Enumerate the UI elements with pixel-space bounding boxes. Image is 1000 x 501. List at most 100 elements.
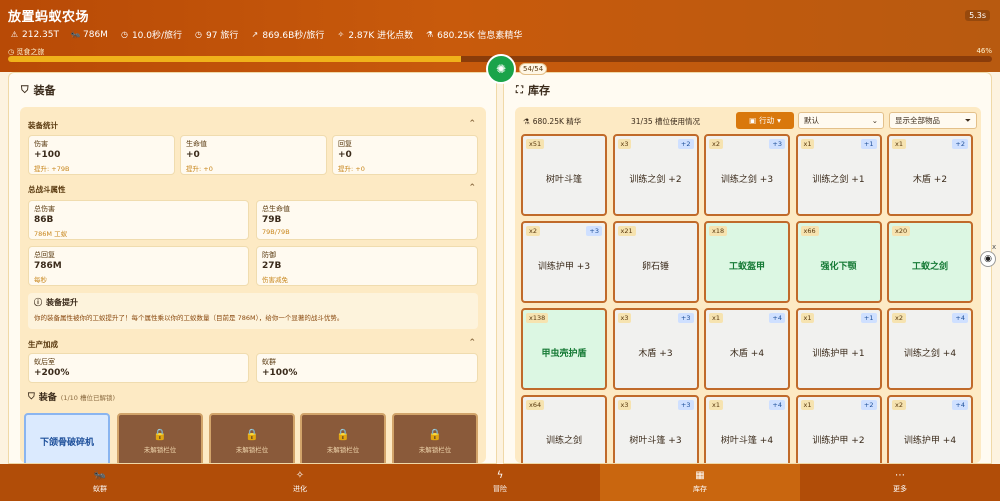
equipment-slot-locked[interactable]: 🔒 未解锁栏位 — [392, 413, 478, 463]
grid-icon: ▦ — [695, 470, 705, 481]
inventory-item[interactable]: x64 训练之剑 — [521, 395, 607, 463]
equipment-slot-locked[interactable]: 🔒 未解锁栏位 — [209, 413, 295, 463]
item-quantity: x1 — [709, 400, 723, 410]
item-name: 木盾 +3 — [638, 349, 673, 359]
lock-icon: 🔒 — [153, 428, 167, 441]
close-icon[interactable]: x — [992, 243, 996, 251]
stat-pheromone-essence: ⚗ 680.25K 信息素精华 — [426, 29, 523, 41]
inventory-item[interactable]: x1 +2 训练护甲 +2 — [795, 395, 882, 463]
item-name: 训练护甲 +2 — [812, 436, 865, 446]
item-name: 训练护甲 +3 — [537, 262, 591, 272]
inventory-item[interactable]: x1 +2 木盾 +2 — [887, 134, 973, 216]
inventory-item[interactable]: x1 +1 训练护甲 +1 — [795, 308, 882, 390]
equipment-slot-locked[interactable]: 🔒 未解锁栏位 — [300, 413, 386, 463]
equipment-stats-header[interactable]: 装备统计 ⌃ — [28, 119, 478, 131]
combat-stats-header[interactable]: 总战斗属性 ⌃ — [28, 183, 478, 195]
item-quantity: x20 — [892, 226, 911, 236]
combat-card-total-regen: 总回复 786M 每秒 — [28, 246, 249, 286]
item-level-badge: +4 — [952, 400, 968, 410]
item-level-badge: +3 — [677, 400, 694, 410]
shield-icon: ⛉ — [28, 391, 35, 402]
nav-item-1[interactable]: ✧ 进化 — [200, 464, 400, 501]
chevron-up-icon: ⌃ — [468, 338, 476, 348]
item-quantity: x1 — [800, 313, 815, 323]
item-name: 甲虫壳护盾 — [541, 349, 587, 359]
inventory-item[interactable]: x3 +3 木盾 +3 — [612, 308, 699, 390]
inventory-item[interactable]: x2 +4 训练之剑 +4 — [887, 308, 973, 390]
equipment-panel: ⛉ 装备 装备统计 ⌃ 伤害 +100 提升: +79B 生命值 +0 提升: +0… — [8, 72, 497, 464]
inventory-item[interactable]: x2 +3 训练之剑 +3 — [704, 134, 790, 216]
app-title: 放置蚂蚁农场 — [8, 10, 90, 25]
inventory-panel: ⛶ 库存 ⚗ 680.25K 精华 31/35 槽位使用情况 ▣ 行动 ▾ 默认 ⌄ 显示… — [503, 72, 992, 464]
item-quantity: x2 — [892, 313, 906, 323]
toolbox-icon: ▣ — [749, 116, 757, 125]
item-quantity: x138 — [526, 313, 549, 323]
item-name: 木盾 +2 — [912, 175, 948, 185]
equipment-slot-1[interactable]: 下颌骨破碎机 — [24, 413, 110, 463]
github-icon[interactable]: ◉ — [980, 251, 996, 267]
item-quantity: x2 — [526, 226, 540, 236]
nav-label: 库存 — [693, 485, 707, 493]
slot-usage: 31/35 槽位使用情况 — [631, 117, 700, 126]
inventory-item[interactable]: x1 +4 木盾 +4 — [704, 308, 790, 390]
stat-rate: ↗ 869.6B秒/旅行 — [251, 29, 325, 41]
resource-stats-bar: ⚠ 212.35T 🐜 786M ◷ 10.0秒/旅行 ◷ 97 旅行 ↗ 869.6B秒… — [10, 28, 523, 42]
item-name: 训练之剑 +3 — [720, 175, 774, 185]
item-quantity: x64 — [526, 400, 545, 410]
item-quantity: x18 — [709, 226, 728, 236]
inventory-item[interactable]: x138 甲虫壳护盾 — [521, 308, 607, 390]
nav-item-4[interactable]: ⋯ 更多 — [800, 464, 1000, 501]
inventory-item[interactable]: x1 +1 训练之剑 +1 — [795, 134, 882, 216]
stat-trips: ◷ 97 旅行 — [195, 29, 239, 41]
item-level-badge: +2 — [860, 400, 877, 410]
nav-item-2[interactable]: ϟ 冒险 — [400, 464, 600, 501]
combat-card-total-damage: 总伤害 86B 786M 工蚁 — [28, 200, 249, 240]
inventory-item[interactable]: x3 +2 训练之剑 +2 — [612, 134, 699, 216]
inventory-item[interactable]: x20 工蚁之剑 — [887, 221, 973, 303]
inventory-item[interactable]: x1 +4 树叶斗篷 +4 — [704, 395, 790, 463]
production-bonus-header[interactable]: 生产加成 ⌃ — [28, 338, 478, 350]
equipment-slot-locked[interactable]: 🔒 未解锁栏位 — [117, 413, 203, 463]
item-quantity: x3 — [617, 400, 632, 410]
inventory-item[interactable]: x2 +4 训练护甲 +4 — [887, 395, 973, 463]
item-name: 训练之剑 +1 — [812, 175, 865, 185]
item-quantity: x21 — [617, 226, 636, 236]
nav-label: 冒险 — [493, 485, 507, 493]
info-icon: ⓘ — [34, 298, 42, 307]
filter-select[interactable]: 显示全部物品 ⏷ — [889, 112, 977, 129]
inventory-item[interactable]: x18 工蚁盔甲 — [704, 221, 790, 303]
bottom-navigation: 🐜 蚁群 ✧ 进化 ϟ 冒险 ▦ 库存 ⋯ 更多 — [0, 464, 1000, 501]
item-quantity: x1 — [800, 139, 815, 149]
flask-icon: ⚗ — [426, 29, 434, 39]
item-name: 工蚁盔甲 — [728, 262, 765, 272]
item-name: 工蚁之剑 — [911, 262, 948, 272]
production-card-colony: 蚁群 +100% — [256, 353, 478, 383]
stat-evolution-points: ✧ 2.87K 进化点数 — [337, 29, 414, 41]
inventory-item[interactable]: x21 卵石锤 — [612, 221, 699, 303]
trend-icon: ↗ — [251, 29, 259, 39]
item-name: 训练护甲 +1 — [812, 349, 865, 359]
item-name: 训练之剑 +2 — [629, 175, 682, 185]
action-menu-button[interactable]: ▣ 行动 ▾ — [736, 112, 794, 129]
inventory-item[interactable]: x3 +3 树叶斗篷 +3 — [612, 395, 699, 463]
inventory-item[interactable]: x2 +3 训练护甲 +3 — [521, 221, 607, 303]
ant-action-button[interactable]: ✺ — [486, 54, 516, 84]
item-quantity: x1 — [800, 400, 815, 410]
chevron-down-icon: ⌄ — [871, 116, 878, 125]
progress-percent: 46% — [976, 47, 992, 55]
sort-select[interactable]: 默认 ⌄ — [798, 112, 884, 129]
item-level-badge: +1 — [860, 313, 877, 323]
stat-resource: ⚠ 212.35T — [10, 29, 59, 40]
inventory-item[interactable]: x66 强化下颚 — [795, 221, 882, 303]
item-level-badge: +4 — [952, 313, 968, 323]
flask-icon: ⚗ — [523, 117, 530, 126]
item-level-badge: +3 — [769, 139, 785, 149]
shield-icon: ⛉ — [21, 84, 29, 96]
item-quantity: x2 — [709, 139, 723, 149]
combat-card-total-health: 总生命值 79B 79B/79B — [256, 200, 478, 240]
nav-item-0[interactable]: 🐜 蚁群 — [0, 464, 200, 501]
nav-item-3[interactable]: ▦ 库存 — [600, 464, 800, 501]
lock-icon: 🔒 — [336, 428, 350, 441]
equipment-content: 装备统计 ⌃ 伤害 +100 提升: +79B 生命值 +0 提升: +0 回复 … — [20, 107, 486, 463]
inventory-item[interactable]: x51 树叶斗篷 — [521, 134, 607, 216]
